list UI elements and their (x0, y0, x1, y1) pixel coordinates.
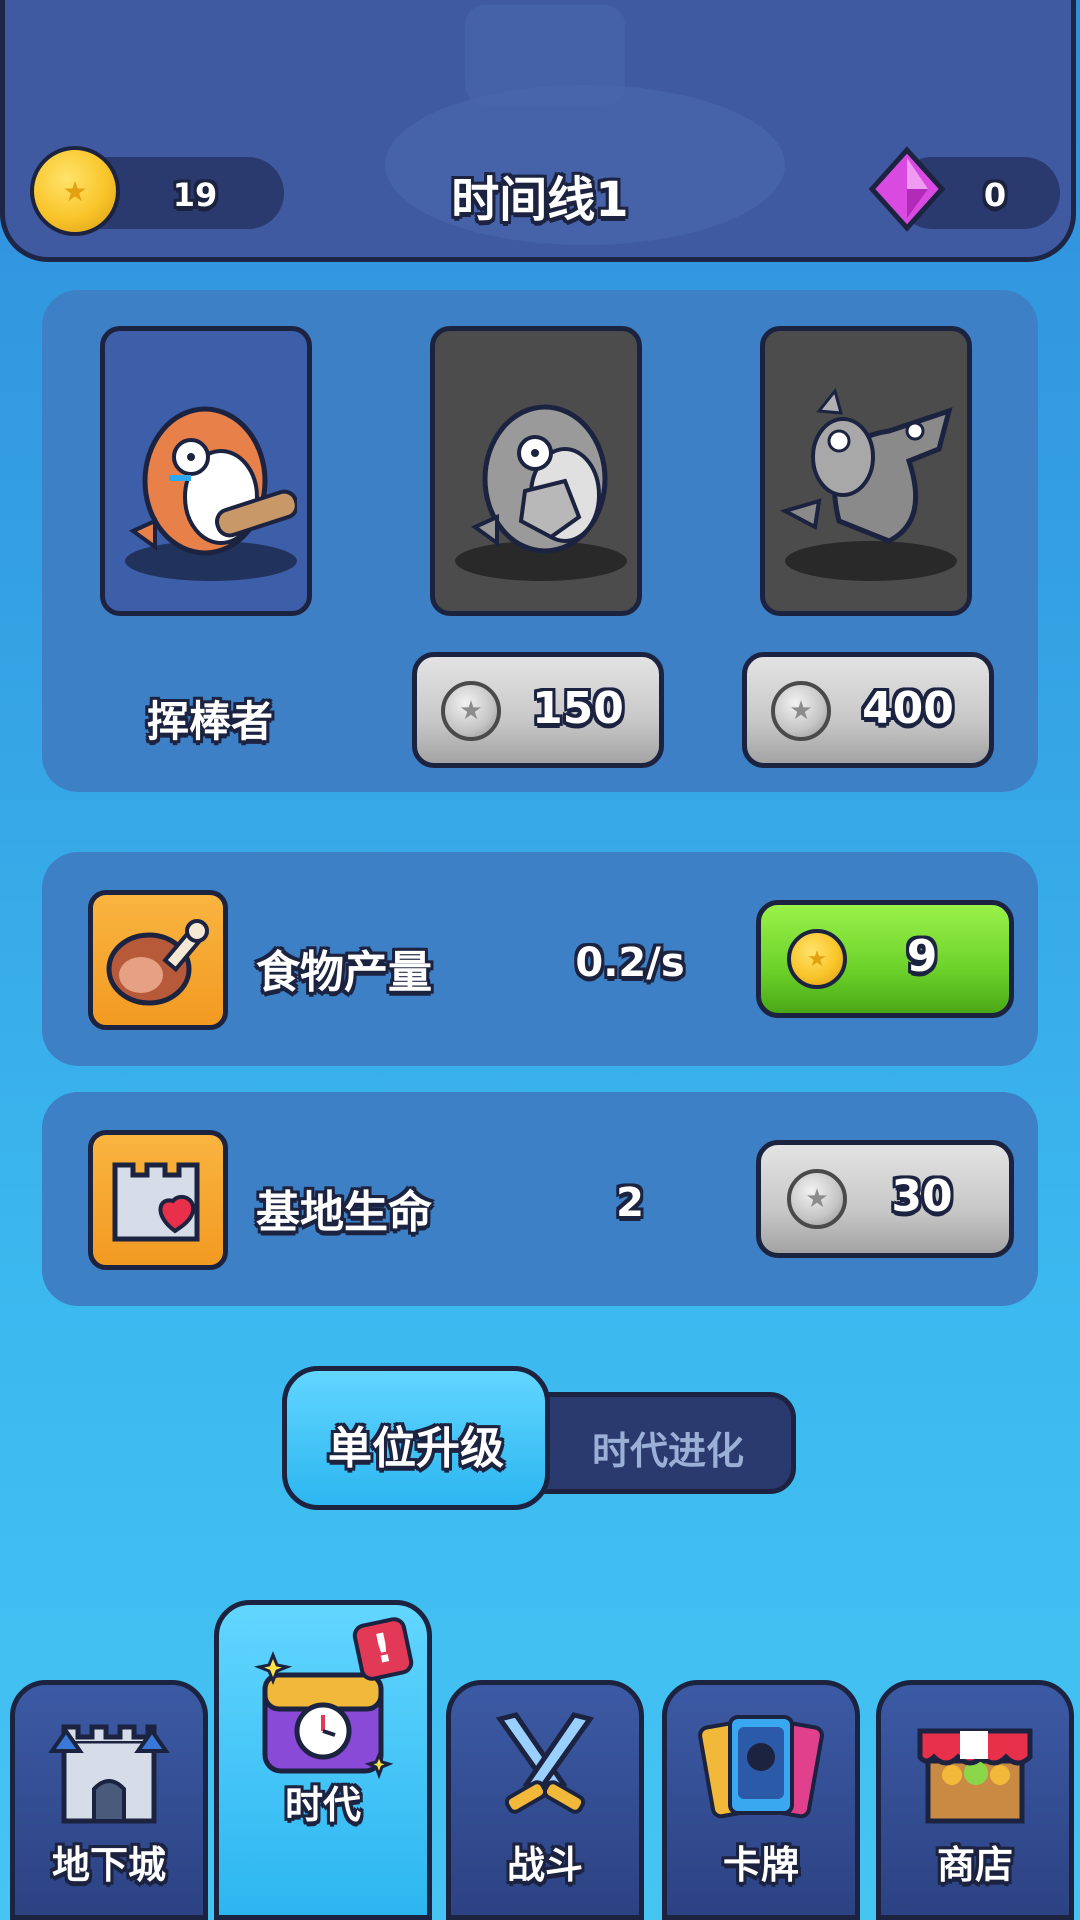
unlock-cost: 400 (862, 683, 954, 734)
cards-icon (698, 1715, 824, 1819)
food-production-label: 食物产量 (256, 947, 432, 998)
nav-cards[interactable]: 卡牌 (662, 1680, 860, 1920)
nav-shop-label: 商店 (936, 1843, 1013, 1887)
unlock-cost: 150 (532, 683, 624, 734)
food-icon-tile (88, 890, 228, 1030)
base-health-value: 2 (616, 1180, 644, 1226)
castle-heart-icon (112, 1162, 200, 1242)
nav-dungeon-label: 地下城 (51, 1843, 166, 1887)
upgrade-cost: 30 (891, 1171, 953, 1222)
unit-card-locked-dino-rider[interactable] (760, 326, 972, 616)
unit-card-locked-stone-fish[interactable] (430, 326, 642, 616)
gem-count: 0 (983, 176, 1007, 214)
nav-cards-label: 卡牌 (722, 1843, 799, 1887)
silver-coin-icon: ★ (441, 681, 501, 741)
nav-battle-label: 战斗 (506, 1843, 583, 1887)
base-health-label: 基地生命 (256, 1187, 432, 1238)
shop-icon (917, 1728, 1033, 1824)
dino-rider-unit-icon (779, 387, 953, 544)
tab-unit-upgrade-label: 单位升级 (328, 1423, 504, 1474)
unit-name-label: 挥棒者 (146, 697, 273, 746)
castle-icon (48, 1724, 170, 1824)
coin-count: 19 (172, 176, 218, 214)
gold-coin-icon: ★ (787, 929, 847, 989)
crossed-swords-icon (495, 1712, 595, 1814)
unlock-unit-2-button[interactable]: ★ 150 (412, 652, 664, 768)
tab-era-evolution[interactable]: 时代进化 (540, 1420, 796, 1475)
notification-badge: ! (350, 1615, 416, 1683)
upgrade-base-health-button[interactable]: ★ 30 (756, 1140, 1014, 1258)
silver-coin-icon: ★ (787, 1169, 847, 1229)
header-pillar-decoration (465, 5, 625, 105)
upgrade-cost: 9 (906, 931, 938, 982)
nav-battle[interactable]: 战斗 (446, 1680, 644, 1920)
nav-shop[interactable]: 商店 (876, 1680, 1074, 1920)
base-health-icon-tile (88, 1130, 228, 1270)
food-production-value: 0.2/s (575, 940, 685, 986)
page-title: 时间线1 (451, 172, 629, 228)
gold-coin-icon: ★ (30, 146, 120, 236)
silver-coin-icon: ★ (771, 681, 831, 741)
gem-icon (868, 146, 946, 232)
unlock-unit-3-button[interactable]: ★ 400 (742, 652, 994, 768)
nav-era-label: 时代 (284, 1783, 361, 1827)
meat-icon (106, 919, 209, 1006)
nav-dungeon[interactable]: 地下城 (10, 1680, 208, 1920)
unit-card-club-wielder[interactable] (100, 326, 312, 616)
upgrade-food-button[interactable]: ★ 9 (756, 900, 1014, 1018)
club-fish-unit-icon (129, 406, 297, 556)
stone-fish-unit-icon (471, 404, 608, 554)
